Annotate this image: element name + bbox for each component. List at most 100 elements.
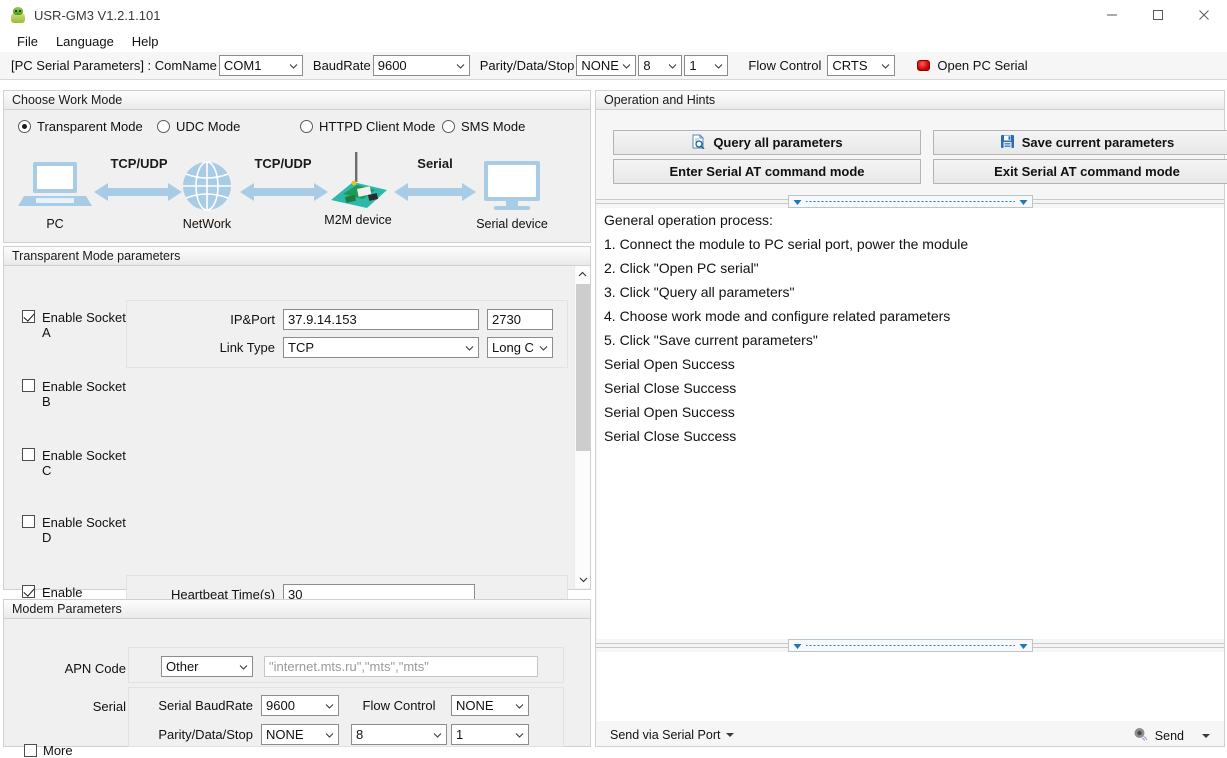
com-name-select[interactable]: COM1 [218, 55, 303, 76]
chevron-down-icon [465, 343, 474, 352]
socket-a-link-mode-select[interactable]: Long C [487, 337, 553, 358]
modem-stop-bits-select[interactable]: 1 [451, 724, 529, 745]
apn-code-select[interactable]: Other [161, 656, 253, 677]
socket-a-settings-panel: IP&Port 37.9.14.153 2730 Link Type TCP L… [126, 300, 568, 368]
scroll-down-icon[interactable] [575, 571, 591, 588]
operation-and-hints-group: Operation and Hints Query all parameters [595, 90, 1227, 747]
parity-select[interactable]: NONE [576, 55, 637, 76]
apn-code-input[interactable]: "internet.mts.ru","mts","mts" [264, 656, 538, 677]
chevron-down-icon [456, 61, 465, 70]
radio-transparent-mode[interactable]: Transparent Mode [18, 119, 143, 134]
bidirectional-arrow-icon [394, 180, 476, 207]
checkbox-enable-socket-d[interactable]: Enable Socket D [22, 515, 132, 545]
socket-a-link-type-select[interactable]: TCP [283, 337, 479, 358]
scroll-up-icon[interactable] [575, 266, 590, 283]
splitter-handle[interactable] [787, 638, 1033, 653]
modem-serial-baudrate-select[interactable]: 9600 [261, 695, 339, 716]
menu-item-language[interactable]: Language [47, 32, 123, 51]
choose-work-mode-title: Choose Work Mode [4, 91, 590, 110]
flow-control-value: CRTS [832, 58, 868, 73]
chevron-down-icon [881, 61, 890, 70]
log-line: 3. Click "Query all parameters" [604, 284, 795, 300]
flow-control-label: Flow Control [748, 58, 822, 73]
monitor-icon [484, 161, 540, 210]
checkbox-enable-socket-a[interactable]: Enable Socket A [22, 310, 132, 340]
window-title: USR-GM3 V1.2.1.101 [34, 7, 161, 23]
socket-a-label-line2: A [42, 325, 51, 340]
send-label: Send [1154, 728, 1184, 743]
enter-serial-at-command-mode-button[interactable]: Enter Serial AT command mode [613, 159, 921, 184]
splitter-arrow-left-icon [793, 194, 802, 209]
save-current-parameters-button[interactable]: Save current parameters [933, 130, 1227, 155]
save-floppy-icon [1000, 134, 1015, 152]
checkbox-enable-socket-c[interactable]: Enable Socket C [22, 448, 132, 478]
radio-httpd-client-mode[interactable]: HTTPD Client Mode [300, 119, 435, 134]
ip-port-label: IP&Port [230, 312, 275, 327]
diagram-node-serial-device: Serial device [472, 160, 552, 231]
modem-parity-label: Parity/Data/Stop [158, 727, 253, 742]
modem-flow-control-select[interactable]: NONE [451, 695, 529, 716]
log-line: 2. Click "Open PC serial" [604, 260, 759, 276]
close-icon[interactable] [1181, 0, 1227, 30]
socket-b-label-line2: B [42, 394, 51, 409]
checkbox-indicator-icon [22, 448, 35, 461]
serial-parameters-label: [PC Serial Parameters] : ComName [11, 58, 217, 73]
socket-a-ip-input[interactable]: 37.9.14.153 [283, 309, 479, 330]
query-all-parameters-button[interactable]: Query all parameters [613, 130, 921, 155]
com-name-value: COM1 [223, 58, 262, 73]
splitter-arrow-right-icon [1019, 638, 1028, 653]
open-pc-serial-button[interactable]: Open PC Serial [917, 58, 1028, 73]
send-input-area[interactable] [597, 652, 1224, 721]
modem-parity-select[interactable]: NONE [261, 724, 339, 745]
splitter-dots [805, 645, 1015, 646]
link-type-value: TCP [288, 340, 314, 355]
log-line: General operation process: [604, 212, 773, 228]
radio-label: HTTPD Client Mode [319, 119, 436, 134]
document-search-icon [691, 134, 706, 152]
socket-a-port-input[interactable]: 2730 [487, 309, 553, 330]
send-button[interactable]: Send [1133, 726, 1210, 745]
checkbox-indicator-icon [22, 379, 35, 392]
transparent-mode-parameters-group: Transparent Mode parameters Enable Socke… [3, 246, 591, 615]
modem-data-bits-select[interactable]: 8 [351, 724, 447, 745]
log-splitter-top[interactable] [596, 195, 1224, 208]
radio-sms-mode[interactable]: SMS Mode [442, 119, 525, 134]
baudrate-select[interactable]: 9600 [372, 55, 470, 76]
radio-udc-mode[interactable]: UDC Mode [157, 119, 240, 134]
log-line: Serial Close Success [604, 428, 737, 444]
splitter-handle[interactable] [787, 194, 1033, 209]
maximize-icon[interactable] [1135, 0, 1181, 30]
menu-bar: File Language Help [0, 30, 1227, 52]
flow-control-select[interactable]: CRTS [827, 55, 896, 76]
query-all-parameters-label: Query all parameters [713, 135, 843, 150]
log-splitter-bottom[interactable] [596, 639, 1224, 652]
modem-flow-control-value: NONE [456, 698, 494, 713]
send-via-serial-port-dropdown[interactable]: Send via Serial Port [610, 728, 735, 742]
log-line: Serial Close Success [604, 380, 737, 396]
radio-indicator-icon [300, 120, 313, 133]
data-bits-select[interactable]: 8 [638, 55, 683, 76]
globe-icon [183, 161, 231, 211]
window-controls [1089, 0, 1227, 30]
checkbox-more[interactable]: More [24, 743, 73, 758]
modem-parameters-group: Modem Parameters APN Code Other "interne… [3, 599, 591, 758]
exit-serial-at-command-mode-button[interactable]: Exit Serial AT command mode [933, 159, 1227, 184]
transparent-panel-scrollbar[interactable] [574, 266, 590, 588]
stop-bits-select[interactable]: 1 [684, 55, 729, 76]
log-line: 5. Click "Save current parameters" [604, 332, 818, 348]
socket-a-label-line1: Enable Socket [42, 310, 126, 325]
operation-log-area[interactable]: General operation process: 1. Connect th… [597, 208, 1224, 639]
minimize-icon[interactable] [1089, 0, 1135, 30]
menu-item-file[interactable]: File [8, 32, 47, 51]
menu-item-help[interactable]: Help [123, 32, 168, 51]
serial-status-led-icon [917, 60, 931, 71]
checkbox-enable-socket-b[interactable]: Enable Socket B [22, 379, 132, 409]
m2m-board-icon [331, 152, 387, 208]
serial-baudrate-value: 9600 [266, 698, 295, 713]
link-mode-value: Long C [492, 340, 534, 355]
save-current-parameters-label: Save current parameters [1021, 135, 1175, 150]
scrollbar-thumb[interactable] [576, 284, 590, 451]
diagram-node-label: M2M device [324, 213, 392, 227]
serial-label: Serial [92, 699, 126, 714]
checkbox-indicator-icon [22, 515, 35, 528]
